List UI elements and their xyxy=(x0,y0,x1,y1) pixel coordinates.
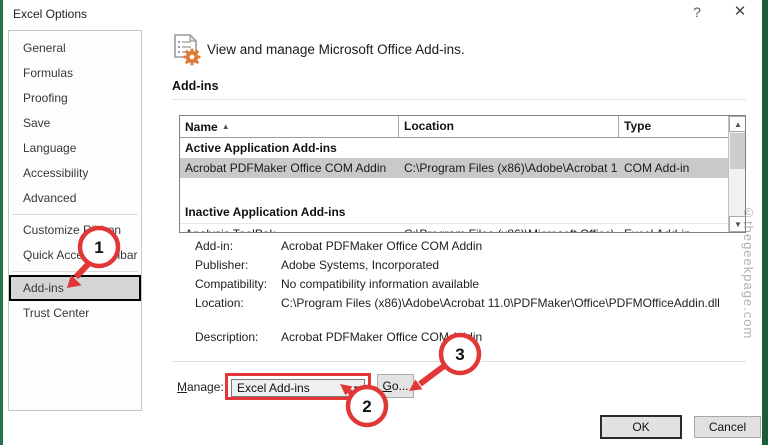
group-header-inactive: Inactive Application Add-ins xyxy=(185,205,346,219)
sidebar-item-general[interactable]: General xyxy=(9,36,141,61)
scroll-up-icon[interactable]: ▲ xyxy=(729,116,745,132)
sidebar-separator xyxy=(12,271,138,272)
table-row-analysis-toolpak[interactable]: Analysis ToolPak C:\Program Files (x86)\… xyxy=(180,223,728,232)
gear-icon xyxy=(183,48,201,66)
excel-window-edge-left xyxy=(0,0,3,445)
column-header-location[interactable]: Location xyxy=(399,116,619,137)
cell-type: COM Add-in xyxy=(624,161,690,175)
sort-ascending-icon: ▲ xyxy=(221,122,230,131)
detail-label-addin: Add-in: xyxy=(195,239,234,253)
section-divider xyxy=(172,99,746,100)
detail-label-publisher: Publisher: xyxy=(195,258,249,272)
cell-location: C:\Program Files (x86)\Adobe\Acrobat 1 xyxy=(404,161,618,175)
detail-value-publisher: Adobe Systems, Incorporated xyxy=(281,258,440,272)
scrollbar-thumb[interactable] xyxy=(730,133,745,169)
ok-button[interactable]: OK xyxy=(600,415,682,439)
cell-name: Acrobat PDFMaker Office COM Addin xyxy=(185,161,387,175)
manage-dropdown-value: Excel Add-ins xyxy=(237,381,310,395)
cell-name: Analysis ToolPak xyxy=(180,224,399,232)
excel-window-edge-right xyxy=(762,0,768,445)
manage-dropdown[interactable]: Excel Add-ins ▼ xyxy=(231,379,365,397)
column-header-name[interactable]: Name ▲ xyxy=(180,116,399,137)
detail-value-location: C:\Program Files (x86)\Adobe\Acrobat 11.… xyxy=(281,296,720,310)
table-header-row: Name ▲ Location Type xyxy=(180,116,728,138)
detail-value-compatibility: No compatibility information available xyxy=(281,277,480,291)
dialog-title: Excel Options xyxy=(13,7,88,21)
section-title: Add-ins xyxy=(172,79,219,93)
table-row-acrobat-pdfmaker[interactable]: Acrobat PDFMaker Office COM Addin C:\Pro… xyxy=(180,158,728,178)
go-button[interactable]: Go... xyxy=(377,374,414,398)
page-description: View and manage Microsoft Office Add-ins… xyxy=(207,42,465,57)
sidebar-item-add-ins[interactable]: Add-ins xyxy=(9,275,141,301)
sidebar-item-proofing[interactable]: Proofing xyxy=(9,86,141,111)
sidebar-item-customize-ribbon[interactable]: Customize Ribbon xyxy=(9,218,141,243)
addins-page-icon xyxy=(174,34,201,66)
help-button[interactable]: ? xyxy=(686,2,708,22)
column-header-type[interactable]: Type xyxy=(619,116,728,137)
options-sidebar: General Formulas Proofing Save Language … xyxy=(8,30,142,411)
watermark: ©thegeekpage.com xyxy=(741,205,756,340)
sidebar-item-accessibility[interactable]: Accessibility xyxy=(9,161,141,186)
cell-location: C:\Program Files (x86)\Microsoft Office\ xyxy=(399,224,619,232)
detail-label-description: Description: xyxy=(195,330,259,344)
chevron-down-icon: ▼ xyxy=(352,384,360,393)
cell-type: Excel Add-in xyxy=(619,224,728,232)
excel-options-dialog: Excel Options ? ✕ General Formulas Proof… xyxy=(0,0,768,445)
sidebar-separator xyxy=(12,214,138,215)
addins-table: Name ▲ Location Type Active Application A… xyxy=(179,115,746,233)
detail-value-description: Acrobat PDFMaker Office COM Addin xyxy=(281,330,483,344)
close-button[interactable]: ✕ xyxy=(728,1,752,23)
sidebar-item-advanced[interactable]: Advanced xyxy=(9,186,141,211)
sidebar-item-language[interactable]: Language xyxy=(9,136,141,161)
detail-value-addin: Acrobat PDFMaker Office COM Addin xyxy=(281,239,483,253)
step3-arrow-icon xyxy=(409,363,446,391)
detail-label-compatibility: Compatibility: xyxy=(195,277,268,291)
sidebar-item-save[interactable]: Save xyxy=(9,111,141,136)
sidebar-item-quick-access-toolbar[interactable]: Quick Access Toolbar xyxy=(9,243,141,268)
sidebar-item-formulas[interactable]: Formulas xyxy=(9,61,141,86)
group-header-active: Active Application Add-ins xyxy=(185,141,337,155)
manage-label: Manage: xyxy=(177,380,224,394)
manage-divider xyxy=(172,361,746,362)
sidebar-item-trust-center[interactable]: Trust Center xyxy=(9,301,141,326)
detail-label-location: Location: xyxy=(195,296,244,310)
